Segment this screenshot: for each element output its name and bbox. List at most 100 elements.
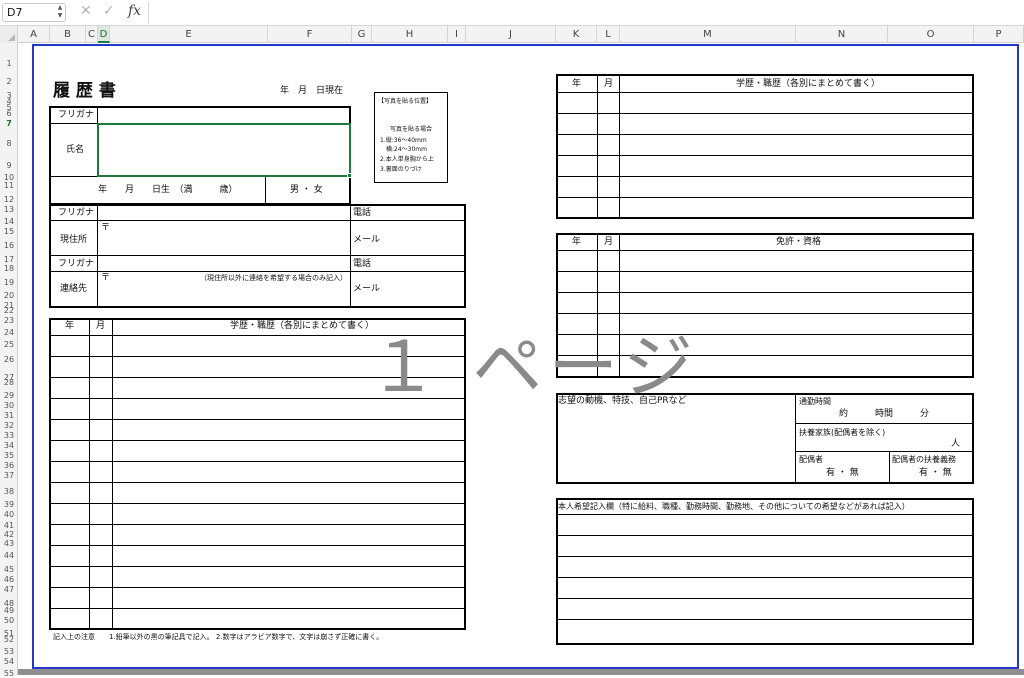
row-header-34[interactable]: 34: [0, 441, 18, 450]
row-header-28[interactable]: 28: [0, 378, 18, 387]
history-header: 学歴・職歴（各別にまとめて書く）: [736, 79, 881, 89]
row-header-14[interactable]: 14: [0, 217, 18, 226]
column-header-a[interactable]: A: [18, 26, 50, 43]
table-row-line: [50, 440, 465, 441]
row-header-7[interactable]: 7: [0, 119, 18, 128]
row-header-45[interactable]: 45: [0, 565, 18, 574]
column-header-h[interactable]: H: [372, 26, 448, 43]
active-cell-name[interactable]: [97, 123, 351, 177]
row-header-23[interactable]: 23: [0, 316, 18, 325]
row-header-2[interactable]: 2: [0, 77, 18, 86]
row-header-6[interactable]: 6: [0, 109, 18, 118]
column-header-k[interactable]: K: [556, 26, 597, 43]
row-header-12[interactable]: 12: [0, 195, 18, 204]
column-header-j[interactable]: J: [466, 26, 556, 43]
date-line: 年 月 日現在: [280, 86, 344, 96]
license-header: 免許・資格: [776, 237, 822, 247]
email-label: メール: [353, 235, 381, 245]
column-header-i[interactable]: I: [448, 26, 466, 43]
row-header-18[interactable]: 18: [0, 264, 18, 273]
month-header: 月: [604, 79, 614, 89]
row-header-41[interactable]: 41: [0, 521, 18, 530]
table-row-line: [50, 461, 465, 462]
row-header-11[interactable]: 11: [0, 181, 18, 190]
row-header-42[interactable]: 42: [0, 530, 18, 539]
row-header-24[interactable]: 24: [0, 328, 18, 337]
column-header-n[interactable]: N: [796, 26, 888, 43]
column-header-m[interactable]: M: [620, 26, 796, 43]
column-header-g[interactable]: G: [352, 26, 372, 43]
row-header-19[interactable]: 19: [0, 278, 18, 287]
row-header-43[interactable]: 43: [0, 539, 18, 548]
row-header-50[interactable]: 50: [0, 616, 18, 625]
row-header-26[interactable]: 26: [0, 355, 18, 364]
select-all-button[interactable]: [0, 26, 18, 43]
row-header-47[interactable]: 47: [0, 585, 18, 594]
row-headers: 1 2 3 4 5 6 7 8 9 10 11 12 13 14 15 16 17 18 19 20 21 22 23 24 2…: [0, 43, 18, 678]
row-header-32[interactable]: 32: [0, 421, 18, 430]
spouse-value: 有 ・ 無: [826, 468, 859, 478]
table-row-line: [557, 619, 973, 620]
row-header-9[interactable]: 9: [0, 161, 18, 170]
column-header-f[interactable]: F: [268, 26, 352, 43]
photo-line: 1.縦:36〜40mm: [380, 137, 427, 144]
row-header-30[interactable]: 30: [0, 401, 18, 410]
row-header-49[interactable]: 49: [0, 606, 18, 615]
row-header-55[interactable]: 55: [0, 669, 18, 678]
row-header-1[interactable]: 1: [0, 59, 18, 68]
table-row-line: [557, 134, 973, 135]
table-row-line: [557, 514, 973, 515]
row-header-40[interactable]: 40: [0, 510, 18, 519]
row-header-33[interactable]: 33: [0, 431, 18, 440]
dependents-label: 扶養家族(配偶者を除く): [799, 428, 886, 437]
photo-line: 3.裏面のりづけ: [380, 166, 422, 173]
column-header-e[interactable]: E: [110, 26, 268, 43]
row-header-38[interactable]: 38: [0, 487, 18, 496]
row-header-17[interactable]: 17: [0, 255, 18, 264]
row-header-25[interactable]: 25: [0, 340, 18, 349]
spouse-label: 配偶者: [799, 455, 823, 464]
row-header-15[interactable]: 15: [0, 227, 18, 236]
table-row-line: [557, 155, 973, 156]
row-header-8[interactable]: 8: [0, 139, 18, 148]
history-header: 学歴・職歴（各別にまとめて書く）: [230, 321, 375, 331]
row-header-16[interactable]: 16: [0, 241, 18, 250]
dependents-unit: 人: [951, 439, 961, 449]
photo-title: 【写真を貼る位置】: [378, 98, 433, 105]
wishes-header: 本人希望記入欄（特に給料、職種、勤務時間、勤務地、その他についての希望などがあれ…: [558, 502, 910, 511]
photo-line: 2.本人単身胸から上: [380, 156, 434, 163]
row-header-20[interactable]: 20: [0, 291, 18, 300]
column-header-o[interactable]: O: [888, 26, 974, 43]
row-header-53[interactable]: 53: [0, 647, 18, 656]
column-header-l[interactable]: L: [597, 26, 620, 43]
row-header-22[interactable]: 22: [0, 306, 18, 315]
row-header-37[interactable]: 37: [0, 471, 18, 480]
contact-furigana-label: フリガナ: [58, 259, 95, 269]
check-icon[interactable]: ✓: [103, 3, 115, 19]
row-header-52[interactable]: 52: [0, 635, 18, 644]
column-header-b[interactable]: B: [50, 26, 86, 43]
table-row-line: [557, 556, 973, 557]
contact-label: 連絡先: [60, 284, 88, 294]
row-header-44[interactable]: 44: [0, 551, 18, 560]
function-icon[interactable]: fx: [128, 3, 141, 19]
fill-handle[interactable]: [347, 173, 352, 178]
column-header-c[interactable]: C: [86, 26, 98, 43]
row-header-35[interactable]: 35: [0, 451, 18, 460]
row-header-46[interactable]: 46: [0, 575, 18, 584]
formula-input[interactable]: [149, 2, 1022, 24]
row-header-13[interactable]: 13: [0, 205, 18, 214]
row-header-39[interactable]: 39: [0, 500, 18, 509]
row-header-29[interactable]: 29: [0, 391, 18, 400]
table-row-line: [557, 197, 973, 198]
row-header-54[interactable]: 54: [0, 657, 18, 666]
name-box-stepper-icon[interactable]: ▲ ▼: [56, 4, 64, 20]
close-icon[interactable]: ✕: [80, 3, 92, 19]
row-header-36[interactable]: 36: [0, 461, 18, 470]
postal-mark: 〒: [101, 223, 111, 233]
column-header-d[interactable]: D: [98, 26, 110, 43]
worksheet[interactable]: 履 歴 書 年 月 日現在 フリガナ 氏名 年 月 日生 （満 歳） 男 ・ 女…: [18, 43, 1024, 675]
gender-field: 男 ・ 女: [290, 185, 323, 195]
column-header-p[interactable]: P: [974, 26, 1024, 43]
row-header-31[interactable]: 31: [0, 411, 18, 420]
